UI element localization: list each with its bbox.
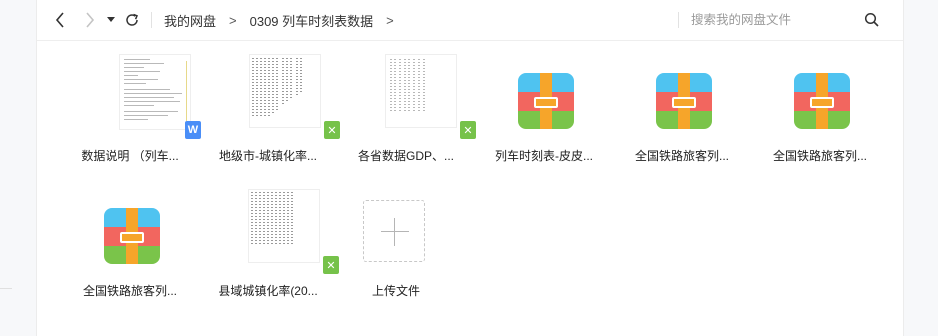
- breadcrumb-current-folder[interactable]: 0309 列车时刻表数据: [250, 11, 374, 30]
- document-thumbnail: W: [96, 55, 201, 139]
- toolbar: 我的网盘 > 0309 列车时刻表数据 >: [37, 0, 903, 41]
- excel-file-badge-icon: ✕: [460, 121, 476, 139]
- file-grid: W 数据说明 （列车... ✕ 地级市-城镇化率... ✕ 各省数据GDP、..…: [37, 40, 903, 336]
- file-name: 全国铁路旅客列...: [82, 284, 177, 298]
- file-item-archive[interactable]: 列车时刻表-皮皮...: [482, 45, 602, 175]
- file-item-word-doc[interactable]: W 数据说明 （列车...: [68, 45, 201, 175]
- back-button[interactable]: [51, 11, 69, 29]
- file-item-archive[interactable]: 全国铁路旅客列...: [68, 180, 188, 310]
- word-file-badge-icon: W: [185, 121, 201, 139]
- archive-icon: [648, 55, 718, 135]
- search-icon: [864, 12, 879, 27]
- file-name: 各省数据GDP、...: [357, 149, 454, 163]
- breadcrumb: 我的网盘 > 0309 列车时刻表数据 >: [164, 11, 407, 30]
- spreadsheet-thumbnail: ✕: [234, 55, 340, 139]
- breadcrumb-separator: >: [229, 13, 237, 28]
- search-input[interactable]: [689, 9, 853, 31]
- upload-thumbnail: [363, 200, 425, 262]
- breadcrumb-separator[interactable]: >: [386, 13, 394, 28]
- archive-icon: [786, 55, 856, 135]
- upload-file-tile[interactable]: 上传文件: [334, 180, 454, 310]
- file-name: 全国铁路旅客列...: [634, 149, 729, 163]
- right-panel-edge: [903, 0, 938, 336]
- spreadsheet-thumbnail: ✕: [234, 190, 339, 274]
- search-button[interactable]: [863, 11, 881, 29]
- forward-button[interactable]: [81, 11, 99, 29]
- history-dropdown-button[interactable]: [105, 11, 117, 29]
- spreadsheet-page-preview: [386, 55, 456, 127]
- toolbar-divider: [151, 12, 152, 28]
- plus-icon: [363, 200, 425, 262]
- file-item-archive[interactable]: 全国铁路旅客列...: [758, 45, 878, 175]
- search-divider: [678, 12, 679, 28]
- file-name: 全国铁路旅客列...: [772, 149, 867, 163]
- file-item-excel-sheet[interactable]: ✕ 县域城镇化率(20...: [206, 180, 339, 310]
- left-panel-edge: [0, 0, 36, 336]
- spreadsheet-page-preview: [250, 55, 320, 127]
- divider: [0, 288, 12, 289]
- spreadsheet-page-preview: [249, 190, 319, 262]
- refresh-icon: [126, 13, 138, 26]
- file-name: 数据说明 （列车...: [81, 149, 179, 163]
- breadcrumb-root[interactable]: 我的网盘: [164, 11, 216, 30]
- archive-icon: [510, 55, 580, 135]
- upload-label: 上传文件: [371, 284, 420, 298]
- chevron-right-icon: [86, 12, 95, 28]
- file-name: 县域城镇化率(20...: [218, 284, 318, 298]
- chevron-left-icon: [55, 12, 64, 28]
- excel-file-badge-icon: ✕: [324, 121, 340, 139]
- file-browser-window: 我的网盘 > 0309 列车时刻表数据 > 搜索我的网盘文件 W 数据说明 （列…: [36, 0, 904, 336]
- file-item-archive[interactable]: 全国铁路旅客列...: [620, 45, 740, 175]
- archive-icon: [96, 190, 166, 270]
- file-item-excel-sheet[interactable]: ✕ 地级市-城镇化率...: [206, 45, 340, 175]
- spreadsheet-thumbnail: ✕: [372, 55, 476, 139]
- file-item-excel-sheet[interactable]: ✕ 各省数据GDP、...: [344, 45, 476, 175]
- document-page-preview: [120, 55, 190, 129]
- caret-down-icon: [107, 17, 115, 22]
- file-name: 列车时刻表-皮皮...: [495, 149, 593, 163]
- file-name: 地级市-城镇化率...: [219, 149, 317, 163]
- refresh-button[interactable]: [123, 11, 141, 29]
